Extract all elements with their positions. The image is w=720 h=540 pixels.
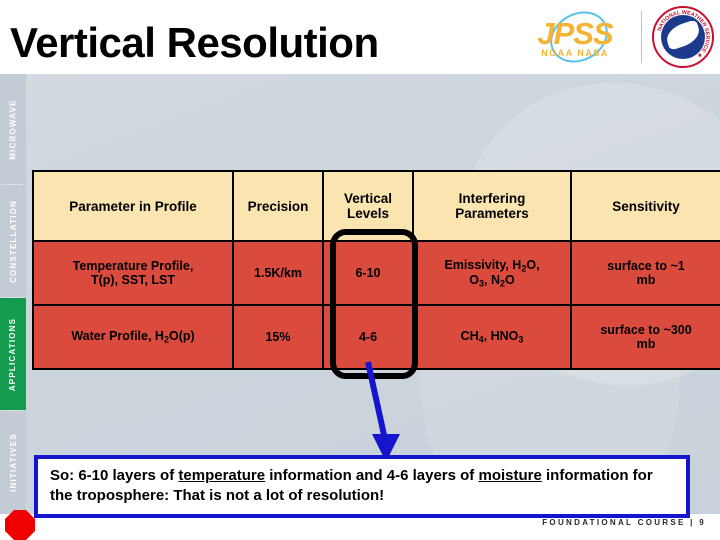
sidebar-item-microwave[interactable]: MICROWAVE <box>0 74 26 184</box>
cell-parameter: Water Profile, H2O(p) <box>32 304 234 370</box>
sidebar-item-label: MICROWAVE <box>8 98 18 160</box>
stop-sign-icon <box>5 510 35 540</box>
table-row: Temperature Profile, T(p), SST, LST 1.5K/… <box>32 240 720 306</box>
nws-seal-ring-text: NATIONAL WEATHER SERVICE ★ <box>657 10 710 59</box>
callout-text: So: 6-10 layers of temperature informati… <box>50 467 653 504</box>
column-header-parameter: Parameter in Profile <box>32 170 234 242</box>
vertical-resolution-table: Parameter in Profile Precision Vertical L… <box>32 170 720 370</box>
cell-vertical-levels: 6-10 <box>322 240 414 306</box>
logo-divider <box>641 11 642 63</box>
nws-seal-icon: NATIONAL WEATHER SERVICE ★ <box>652 6 714 68</box>
slide-root: Vertical Resolution JPSS NOAA NASA NATIO… <box>0 0 720 540</box>
sidebar-item-initiatives[interactable]: INITIATIVES <box>0 411 26 514</box>
column-header-sensitivity: Sensitivity <box>570 170 720 242</box>
sidebar-nav: MICROWAVE CONSTELLATION APPLICATIONS INI… <box>0 74 26 514</box>
conclusion-callout: So: 6-10 layers of temperature informati… <box>34 455 690 518</box>
cell-precision: 15% <box>232 304 324 370</box>
logo-group: JPSS NOAA NASA NATIONAL WEATHER SERVICE … <box>519 1 714 73</box>
cell-precision: 1.5K/km <box>232 240 324 306</box>
sidebar-item-label: CONSTELLATION <box>8 199 18 283</box>
jpss-agency-label: NOAA NASA <box>541 48 609 58</box>
jpss-wordmark: JPSS <box>537 16 613 51</box>
cell-sensitivity: surface to ~300 mb <box>570 304 720 370</box>
cell-interfering-parameters: Emissivity, H2O, O3, N2O <box>412 240 572 306</box>
sidebar-item-applications[interactable]: APPLICATIONS <box>0 298 26 410</box>
footer-text: FOUNDATIONAL COURSE | 9 <box>542 518 706 527</box>
cell-interfering-parameters: CH4, HNO3 <box>412 304 572 370</box>
svg-text:NATIONAL WEATHER SERVICE ★: NATIONAL WEATHER SERVICE ★ <box>657 10 710 59</box>
pointer-arrow-icon <box>365 361 400 462</box>
table-header-row: Parameter in Profile Precision Vertical L… <box>32 170 720 242</box>
title-band: Vertical Resolution JPSS NOAA NASA NATIO… <box>0 0 720 74</box>
sidebar-item-label: INITIATIVES <box>8 433 18 492</box>
page-title: Vertical Resolution <box>10 19 379 66</box>
column-header-interfering-parameters: Interfering Parameters <box>412 170 572 242</box>
sidebar-item-constellation[interactable]: CONSTELLATION <box>0 185 26 297</box>
sidebar-item-label: APPLICATIONS <box>8 317 18 391</box>
column-header-vertical-levels: Vertical Levels <box>322 170 414 242</box>
cell-sensitivity: surface to ~1 mb <box>570 240 720 306</box>
cell-parameter: Temperature Profile, T(p), SST, LST <box>32 240 234 306</box>
jpss-logo: JPSS NOAA NASA <box>519 1 631 73</box>
column-header-precision: Precision <box>232 170 324 242</box>
